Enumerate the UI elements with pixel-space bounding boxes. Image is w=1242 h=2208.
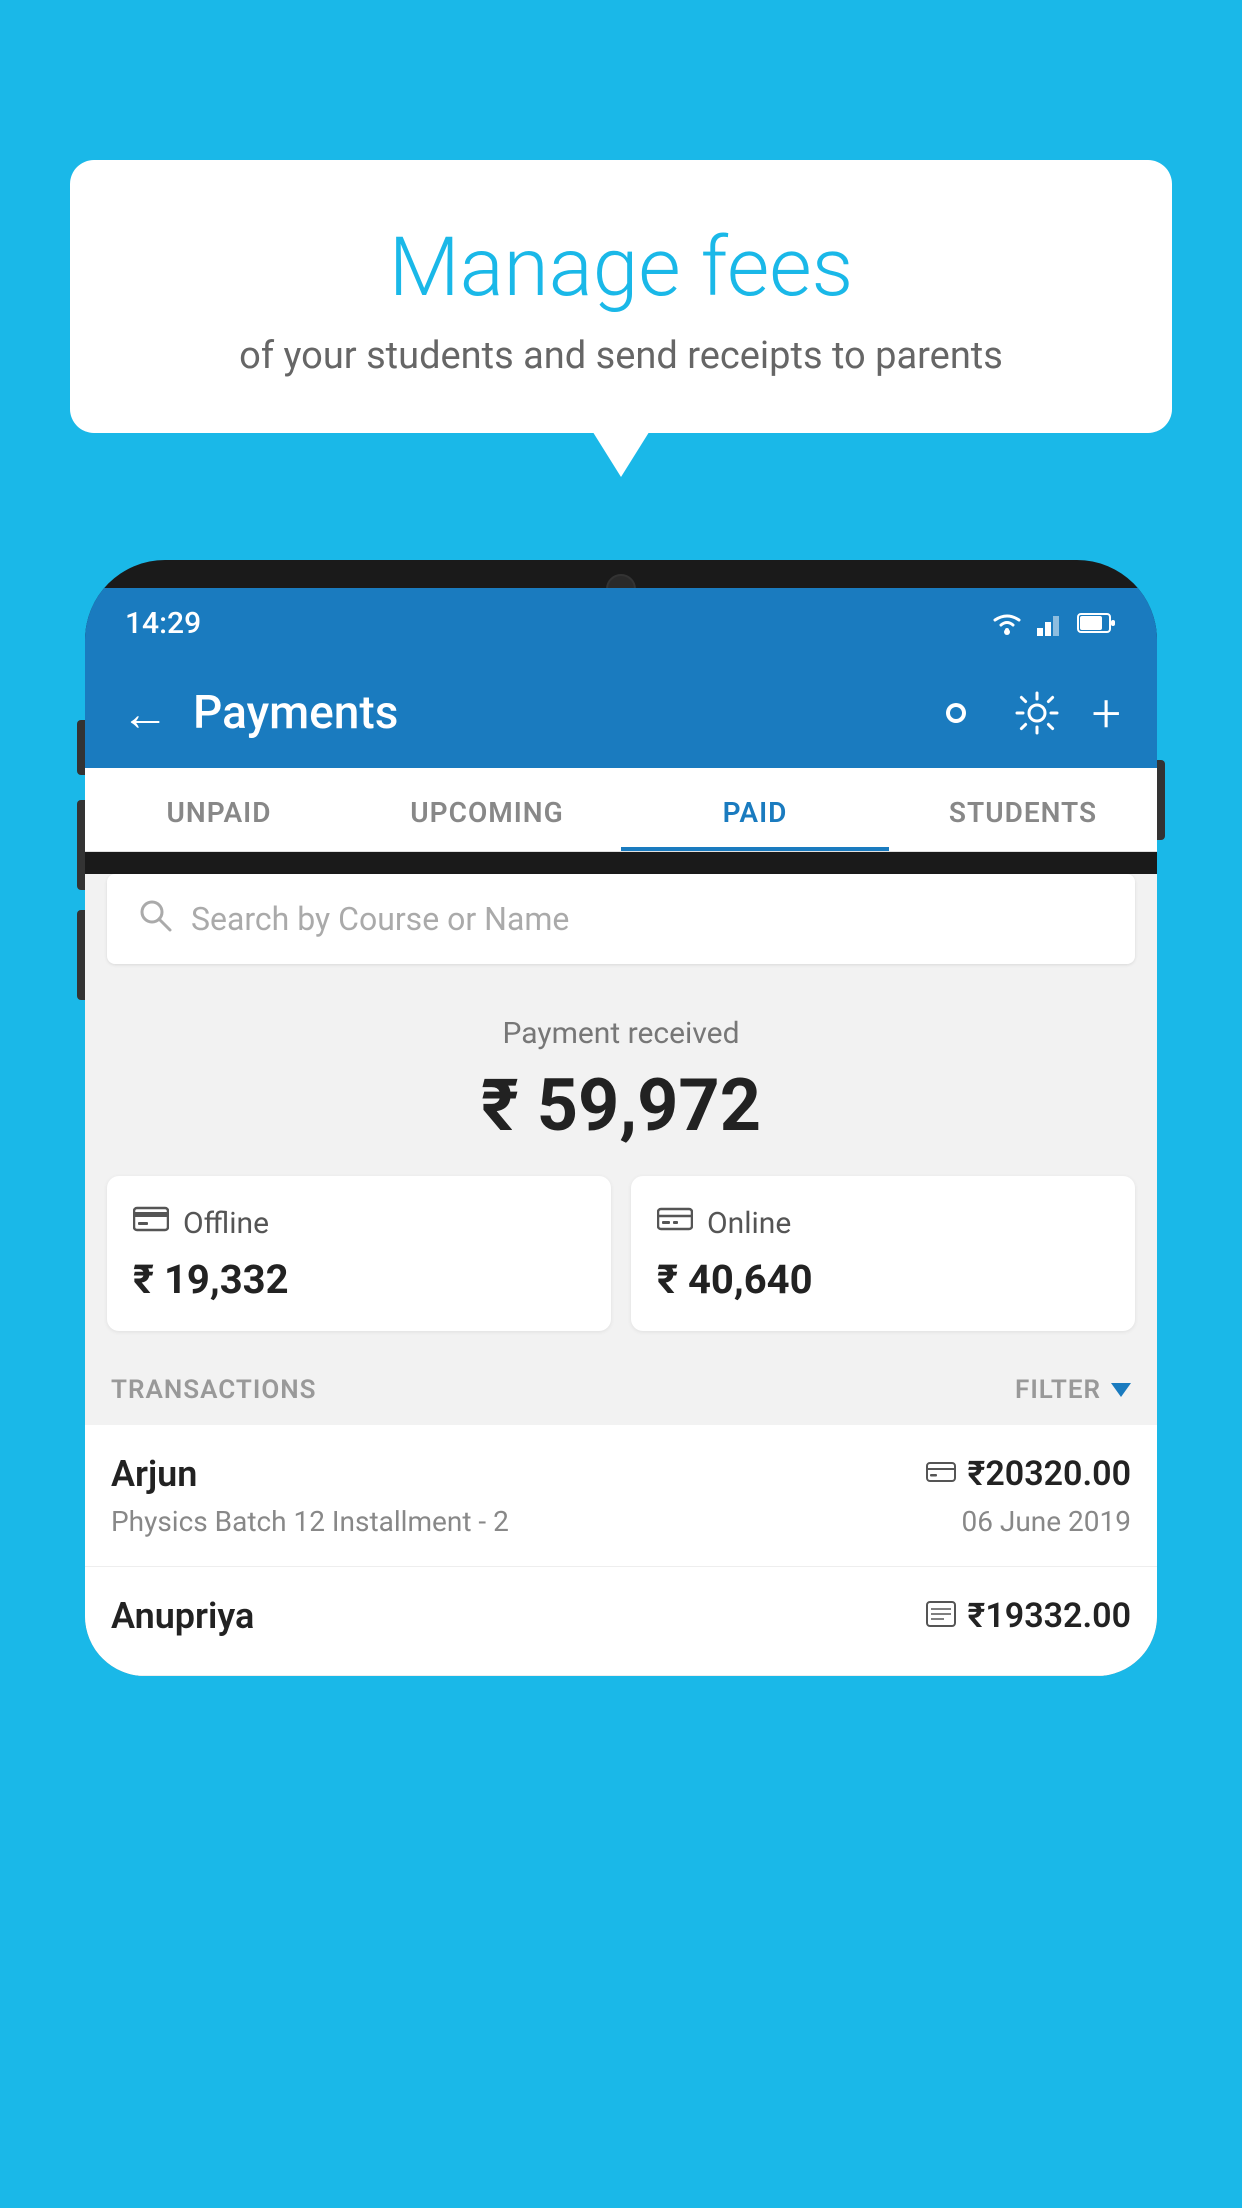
payment-received-section: Payment received ₹ 59,972	[85, 986, 1157, 1176]
phone-wrapper: 14:29	[85, 560, 1157, 2208]
app-bar-icons: +	[930, 683, 1121, 744]
gear-icon[interactable]	[930, 687, 982, 739]
phone-side-button-left-bot	[77, 910, 85, 1000]
status-time: 14:29	[125, 606, 201, 641]
tab-upcoming[interactable]: UPCOMING	[353, 768, 621, 851]
transaction-pay-mode-icon	[926, 1460, 956, 1488]
transaction-top: Anupriya ₹19332.00	[111, 1595, 1131, 1637]
add-button[interactable]: +	[1092, 683, 1121, 744]
bubble-title: Manage fees	[120, 220, 1122, 316]
search-icon	[137, 896, 173, 943]
transactions-label: TRANSACTIONS	[111, 1375, 317, 1405]
transaction-amount-wrapper: ₹19332.00	[926, 1596, 1131, 1636]
gear-icon-simple[interactable]	[1012, 688, 1062, 738]
screen-content: Search by Course or Name Payment receive…	[85, 874, 1157, 1676]
transaction-top: Arjun ₹20320.00	[111, 1453, 1131, 1495]
phone-side-button-left-mid	[77, 800, 85, 890]
search-bar[interactable]: Search by Course or Name	[107, 874, 1135, 964]
payment-amount: ₹ 59,972	[85, 1063, 1157, 1148]
cards-row: Offline ₹ 19,332	[107, 1176, 1135, 1331]
online-card-header: Online	[657, 1204, 1109, 1242]
transaction-course: Physics Batch 12 Installment - 2	[111, 1505, 509, 1538]
transaction-amount: ₹19332.00	[968, 1596, 1131, 1636]
status-icons	[989, 610, 1117, 636]
transaction-pay-mode-icon	[926, 1601, 956, 1631]
transaction-amount: ₹20320.00	[968, 1454, 1131, 1494]
offline-card-amount: ₹ 19,332	[133, 1256, 585, 1303]
wifi-icon	[989, 610, 1025, 636]
filter-label: FILTER	[1015, 1375, 1101, 1405]
speech-bubble: Manage fees of your students and send re…	[70, 160, 1172, 433]
transaction-name: Arjun	[111, 1453, 197, 1495]
tab-unpaid[interactable]: UNPAID	[85, 768, 353, 851]
online-card: Online ₹ 40,640	[631, 1176, 1135, 1331]
tabs-bar: UNPAID UPCOMING PAID STUDENTS	[85, 768, 1157, 852]
transaction-amount-wrapper: ₹20320.00	[926, 1454, 1131, 1494]
battery-icon	[1077, 611, 1117, 635]
tab-paid[interactable]: PAID	[621, 768, 889, 851]
status-bar: 14:29	[85, 588, 1157, 658]
transactions-header: TRANSACTIONS FILTER	[85, 1355, 1157, 1425]
search-input[interactable]: Search by Course or Name	[191, 900, 569, 938]
signal-icon	[1037, 610, 1065, 636]
online-card-type: Online	[707, 1206, 791, 1241]
filter-button[interactable]: FILTER	[1015, 1375, 1131, 1405]
transaction-name: Anupriya	[111, 1595, 254, 1637]
online-card-icon	[657, 1204, 693, 1242]
back-button[interactable]: ←	[121, 685, 169, 742]
tab-students[interactable]: STUDENTS	[889, 768, 1157, 851]
offline-card-type: Offline	[183, 1206, 269, 1241]
filter-icon	[1111, 1383, 1131, 1397]
app-title: Payments	[193, 686, 906, 740]
offline-card-header: Offline	[133, 1204, 585, 1242]
online-card-amount: ₹ 40,640	[657, 1256, 1109, 1303]
app-bar: ← Payments +	[85, 658, 1157, 768]
transaction-bottom: Physics Batch 12 Installment - 2 06 June…	[111, 1505, 1131, 1538]
transaction-date: 06 June 2019	[961, 1505, 1131, 1538]
offline-card: Offline ₹ 19,332	[107, 1176, 611, 1331]
payment-label: Payment received	[85, 1016, 1157, 1051]
phone-body: 14:29	[85, 560, 1157, 1676]
transaction-row[interactable]: Arjun ₹20320.00 Physics Batch 1	[85, 1425, 1157, 1567]
phone-side-button-right	[1157, 760, 1165, 840]
bubble-subtitle: of your students and send receipts to pa…	[120, 334, 1122, 378]
phone-side-button-left-top	[77, 720, 85, 775]
offline-card-icon	[133, 1204, 169, 1242]
transaction-row[interactable]: Anupriya ₹19332.00	[85, 1567, 1157, 1676]
